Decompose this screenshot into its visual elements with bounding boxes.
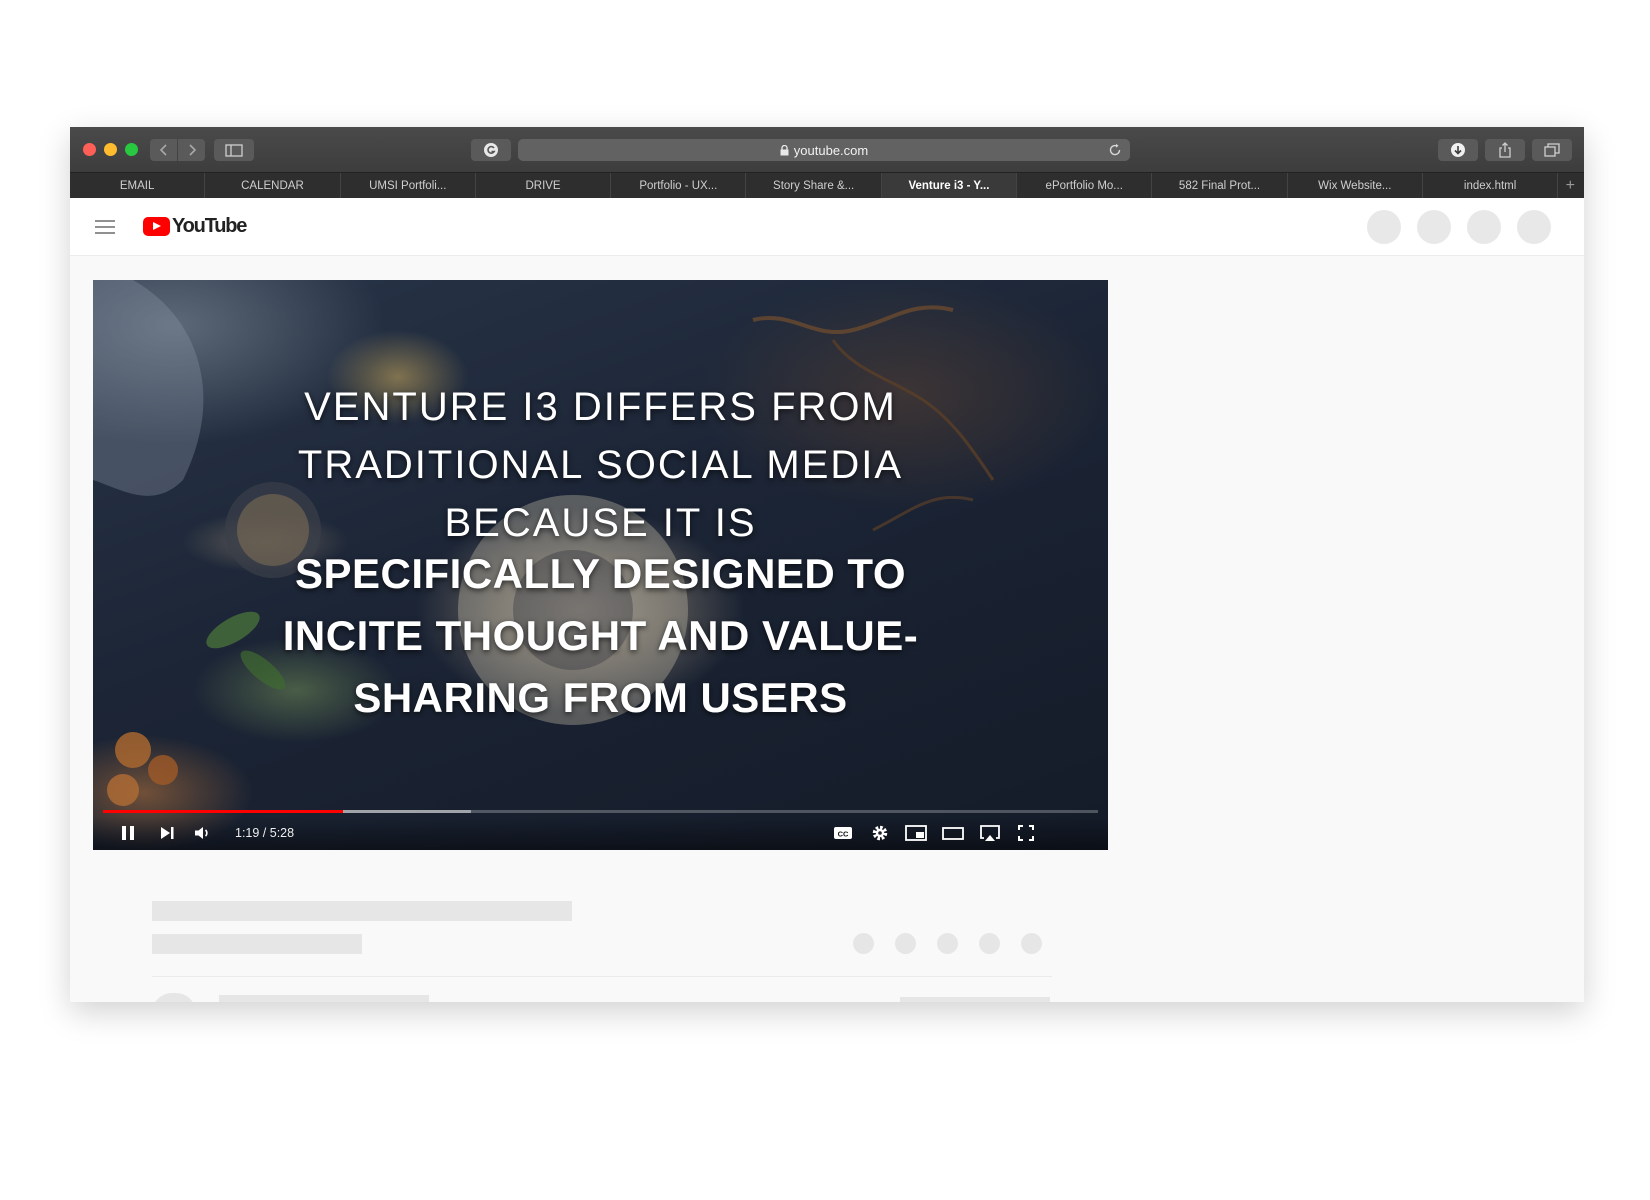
- zoom-window-button[interactable]: [125, 143, 138, 156]
- fullscreen-icon[interactable]: [1017, 824, 1035, 842]
- tab-portfolio-ux[interactable]: Portfolio - UX...: [611, 173, 747, 198]
- settings-gear-icon[interactable]: [871, 824, 889, 842]
- tab-drive[interactable]: DRIVE: [476, 173, 612, 198]
- caption-line: SHARING FROM USERS: [353, 674, 848, 721]
- caption-line: TRADITIONAL SOCIAL MEDIA: [297, 443, 904, 487]
- closed-captions-icon[interactable]: CC: [833, 824, 853, 842]
- caption-line: SPECIFICALLY DESIGNED TO: [294, 550, 906, 597]
- tab-582-final[interactable]: 582 Final Prot...: [1152, 173, 1288, 198]
- chevron-left-icon: [159, 144, 167, 156]
- hamburger-menu-icon[interactable]: [95, 219, 115, 235]
- youtube-header: YouTube: [70, 198, 1584, 256]
- tab-label: Portfolio - UX...: [639, 179, 718, 192]
- caption-line: VENTURE I3 DIFFERS FROM: [304, 385, 897, 429]
- tab-label: UMSI Portfoli...: [369, 179, 447, 192]
- chevron-right-icon: [188, 144, 196, 156]
- sidebar-icon: [225, 143, 243, 157]
- svg-text:CC: CC: [838, 830, 849, 839]
- tab-umsi-portfolio[interactable]: UMSI Portfoli...: [341, 173, 476, 198]
- share-button[interactable]: [1485, 139, 1525, 161]
- progress-played: [103, 810, 343, 813]
- youtube-logo[interactable]: YouTube: [143, 215, 247, 238]
- reload-icon[interactable]: [1108, 143, 1122, 157]
- theater-mode-icon[interactable]: [942, 824, 964, 842]
- browser-titlebar: youtube.com: [70, 127, 1584, 172]
- airplay-icon[interactable]: [979, 824, 1001, 842]
- tab-label: index.html: [1463, 179, 1517, 192]
- subscribe-skeleton: [900, 997, 1050, 1002]
- video-caption-bottom: SPECIFICALLY DESIGNED TO INCITE THOUGHT …: [93, 543, 1108, 729]
- tab-label: Story Share &...: [773, 179, 855, 192]
- caption-line: INCITE THOUGHT AND VALUE-: [282, 612, 919, 659]
- tab-bar: EMAIL CALENDAR UMSI Portfoli... DRIVE Po…: [70, 172, 1584, 198]
- sidebar-toggle-button[interactable]: [214, 139, 254, 161]
- video-time: 1:19 / 5:28: [235, 826, 295, 840]
- youtube-play-logo-icon: [143, 217, 170, 236]
- tab-label: Venture i3 - Y...: [908, 179, 990, 192]
- title-skeleton: [152, 901, 572, 921]
- header-placeholder-button[interactable]: [1467, 210, 1501, 244]
- header-placeholder-button[interactable]: [1517, 210, 1551, 244]
- miniplayer-icon[interactable]: [905, 824, 927, 842]
- action-skeleton-dot: [895, 933, 916, 954]
- download-icon: [1451, 143, 1465, 157]
- tab-label: ePortfolio Mo...: [1045, 179, 1123, 192]
- tab-story-share[interactable]: Story Share &...: [746, 173, 882, 198]
- tab-label: CALENDAR: [241, 179, 304, 192]
- tab-calendar[interactable]: CALENDAR: [205, 173, 341, 198]
- content-divider: [152, 976, 1052, 977]
- channel-skeleton: [219, 995, 429, 1002]
- video-progress-bar[interactable]: [103, 810, 1098, 813]
- avatar-skeleton: [152, 993, 196, 1002]
- url-text: youtube.com: [793, 142, 869, 158]
- action-skeleton-dot: [979, 933, 1000, 954]
- forward-button[interactable]: [178, 139, 205, 161]
- tab-label: Wix Website...: [1318, 179, 1392, 192]
- tab-overview-button[interactable]: [1532, 139, 1572, 161]
- tab-venture-i3[interactable]: Venture i3 - Y...: [881, 173, 1018, 198]
- address-bar[interactable]: youtube.com: [518, 139, 1130, 161]
- lock-icon: [780, 144, 789, 155]
- new-tab-button[interactable]: +: [1558, 173, 1582, 198]
- action-skeleton-dot: [937, 933, 958, 954]
- header-placeholder-button[interactable]: [1417, 210, 1451, 244]
- close-window-button[interactable]: [83, 143, 96, 156]
- next-video-icon[interactable]: [159, 824, 175, 842]
- tab-index-html[interactable]: index.html: [1423, 173, 1559, 198]
- tab-email[interactable]: EMAIL: [70, 173, 206, 198]
- action-skeleton-dot: [1021, 933, 1042, 954]
- header-placeholder-button[interactable]: [1367, 210, 1401, 244]
- downloads-button[interactable]: [1438, 139, 1478, 161]
- tab-wix-website[interactable]: Wix Website...: [1288, 173, 1423, 198]
- extension-button[interactable]: [471, 139, 511, 161]
- tab-label: EMAIL: [119, 179, 155, 192]
- share-icon: [1499, 142, 1511, 158]
- video-player[interactable]: VENTURE I3 DIFFERS FROM TRADITIONAL SOCI…: [93, 280, 1108, 850]
- tab-eportfolio[interactable]: ePortfolio Mo...: [1017, 173, 1153, 198]
- views-skeleton: [152, 934, 362, 954]
- tab-label: 582 Final Prot...: [1178, 179, 1261, 192]
- volume-icon[interactable]: [193, 824, 211, 842]
- pause-icon[interactable]: [120, 824, 136, 842]
- grammarly-icon: [484, 143, 498, 157]
- minimize-window-button[interactable]: [104, 143, 117, 156]
- browser-window: youtube.com EMAIL CALENDAR UMSI Portfoli…: [70, 127, 1584, 1002]
- video-caption-top: VENTURE I3 DIFFERS FROM TRADITIONAL SOCI…: [93, 378, 1108, 552]
- tabs-overview-icon: [1544, 143, 1560, 157]
- back-button[interactable]: [150, 139, 177, 161]
- tab-label: DRIVE: [525, 179, 561, 192]
- player-controls: 1:19 / 5:28 CC: [93, 817, 1108, 850]
- action-skeleton-dot: [853, 933, 874, 954]
- youtube-logo-text: YouTube: [172, 215, 247, 237]
